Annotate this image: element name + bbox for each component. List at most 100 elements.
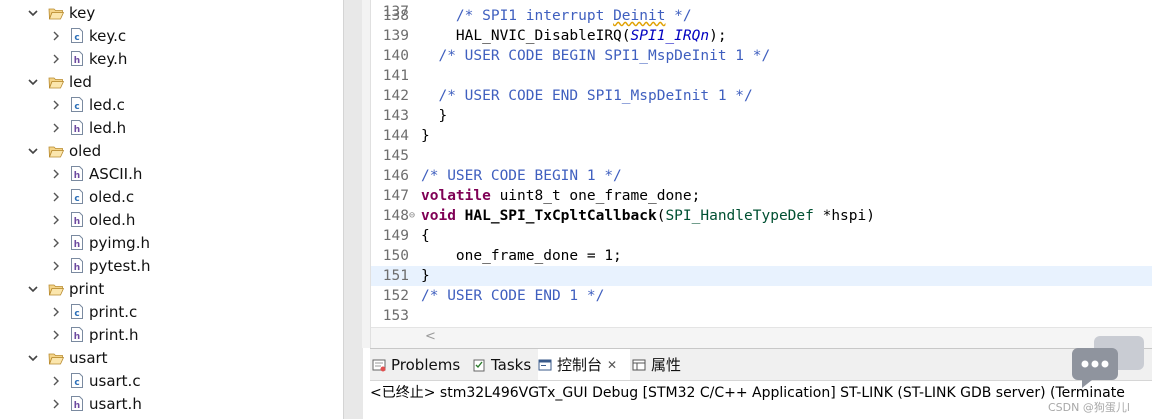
tree-file-ASCII-h[interactable]: h ASCII.h bbox=[50, 162, 142, 185]
tree-item-label: ASCII.h bbox=[89, 164, 143, 183]
code-line-150[interactable]: 150 one_frame_done = 1; bbox=[371, 246, 1152, 266]
code-token: HAL_NVIC_DisableIRQ( bbox=[421, 28, 631, 44]
tab-properties[interactable]: 属性 bbox=[632, 349, 690, 380]
horizontal-scrollbar[interactable]: < bbox=[371, 327, 1152, 348]
code-line-153[interactable]: 153 bbox=[371, 306, 1152, 326]
code-line-147[interactable]: 147 volatile uint8_t one_frame_done; bbox=[371, 186, 1152, 206]
close-icon[interactable]: ✕ bbox=[607, 358, 617, 372]
code-token: } bbox=[421, 108, 448, 124]
chevron-right-icon[interactable] bbox=[50, 168, 62, 180]
chat-bubbles-icon[interactable] bbox=[1072, 336, 1144, 388]
tree-folder-usart[interactable]: usart bbox=[27, 346, 108, 369]
tree-item-label: print.c bbox=[89, 302, 138, 321]
tab-problems[interactable]: Problems bbox=[372, 349, 470, 380]
chevron-down-icon[interactable] bbox=[27, 145, 39, 157]
svg-text:c: c bbox=[74, 33, 79, 43]
tree-folder-led[interactable]: led bbox=[27, 70, 92, 93]
tab-label: Problems bbox=[391, 355, 461, 374]
tree-file-print-c[interactable]: c print.c bbox=[50, 300, 137, 323]
view-splitter[interactable] bbox=[343, 0, 363, 419]
chevron-down-icon[interactable] bbox=[27, 7, 39, 19]
code-line-149[interactable]: 149 { bbox=[371, 226, 1152, 246]
tree-folder-oled[interactable]: oled bbox=[27, 139, 101, 162]
fold-collapse-icon[interactable]: ⊖ bbox=[409, 206, 419, 226]
folder-open-icon bbox=[48, 75, 65, 89]
tree-file-usart-h[interactable]: h usart.h bbox=[50, 392, 142, 415]
chevron-right-icon[interactable] bbox=[50, 260, 62, 272]
console-icon bbox=[538, 358, 552, 372]
chevron-right-icon[interactable] bbox=[50, 53, 62, 65]
chevron-right-icon[interactable] bbox=[50, 122, 62, 134]
properties-icon bbox=[632, 358, 646, 372]
code-line-151[interactable]: 151} bbox=[371, 266, 1152, 286]
tree-file-led-h[interactable]: h led.h bbox=[50, 116, 126, 139]
code-line-144[interactable]: 144} bbox=[371, 126, 1152, 146]
line-number: 140 bbox=[382, 48, 409, 64]
tree-item-label: led bbox=[69, 72, 92, 91]
chevron-right-icon[interactable] bbox=[50, 191, 62, 203]
code-line-139[interactable]: 139 HAL_NVIC_DisableIRQ(SPI1_IRQn); bbox=[371, 26, 1152, 46]
header-file-icon: h bbox=[71, 396, 83, 411]
code-line-152[interactable]: 152 /* USER CODE END 1 */ bbox=[371, 286, 1152, 306]
code-line-138[interactable]: 138 /* SPI1 interrupt Deinit */ bbox=[371, 6, 1152, 26]
chevron-down-icon[interactable] bbox=[27, 283, 39, 295]
chevron-right-icon[interactable] bbox=[50, 306, 62, 318]
tree-folder-key[interactable]: key bbox=[27, 1, 95, 24]
tab-tasks[interactable]: Tasks bbox=[472, 349, 536, 380]
svg-text:c: c bbox=[74, 194, 79, 204]
folder-open-icon bbox=[48, 144, 65, 158]
c-source-file-icon: c bbox=[71, 373, 83, 388]
tree-file-print-h[interactable]: h print.h bbox=[50, 323, 139, 346]
tree-file-key-h[interactable]: h key.h bbox=[50, 47, 127, 70]
tree-item-label: led.h bbox=[89, 118, 127, 137]
line-number: 141 bbox=[382, 68, 409, 84]
code-token: volatile bbox=[421, 188, 491, 204]
code-token: *hspi) bbox=[813, 208, 875, 224]
c-source-file-icon: c bbox=[71, 28, 83, 43]
svg-text:h: h bbox=[74, 217, 80, 227]
code-line-146[interactable]: 146 /* USER CODE BEGIN 1 */ bbox=[371, 166, 1152, 186]
tree-file-oled-h[interactable]: h oled.h bbox=[50, 208, 135, 231]
code-line-142[interactable]: 142 /* USER CODE END SPI1_MspDeInit 1 */ bbox=[371, 86, 1152, 106]
c-source-file-icon: c bbox=[71, 189, 83, 204]
chevron-down-icon[interactable] bbox=[27, 352, 39, 364]
code-line-141[interactable]: 141 bbox=[371, 66, 1152, 86]
code-line-148[interactable]: 148 ⊖ void HAL_SPI_TxCpltCallback(SPI_Hand… bbox=[371, 206, 1152, 226]
chevron-right-icon[interactable] bbox=[50, 30, 62, 42]
tree-file-oled-c[interactable]: c oled.c bbox=[50, 185, 134, 208]
code-line-140[interactable]: 140 /* USER CODE BEGIN SPI1_MspDeInit 1 … bbox=[371, 46, 1152, 66]
tree-file-usart-c[interactable]: c usart.c bbox=[50, 369, 141, 392]
chevron-right-icon[interactable] bbox=[50, 99, 62, 111]
tree-item-label: oled.h bbox=[89, 210, 136, 229]
line-number: 148 bbox=[382, 208, 409, 224]
chevron-right-icon[interactable] bbox=[50, 214, 62, 226]
code-text: void HAL_SPI_TxCpltCallback(SPI_HandleTy… bbox=[421, 206, 875, 226]
header-file-icon: h bbox=[71, 51, 83, 66]
svg-text:c: c bbox=[74, 309, 79, 319]
tree-file-pytest-h[interactable]: h pytest.h bbox=[50, 254, 150, 277]
tree-item-label: pytest.h bbox=[89, 256, 151, 275]
chevron-right-icon[interactable] bbox=[50, 329, 62, 341]
tree-file-led-c[interactable]: c led.c bbox=[50, 93, 125, 116]
chevron-right-icon[interactable] bbox=[50, 375, 62, 387]
svg-text:h: h bbox=[74, 263, 80, 273]
tree-folder-print[interactable]: print bbox=[27, 277, 104, 300]
console-status-line: <已终止> stm32L496VGTx_GUI Debug [STM32 C/C… bbox=[370, 385, 1125, 401]
tab-console[interactable]: 控制台 ✕ bbox=[538, 349, 630, 380]
tree-item-label: key bbox=[69, 3, 96, 22]
tab-label: Tasks bbox=[491, 355, 532, 374]
tree-file-key-c[interactable]: c key.c bbox=[50, 24, 126, 47]
code-editor[interactable]: 137 138 /* SPI1 interrupt Deinit */139 H… bbox=[371, 0, 1152, 348]
tree-file-pyimg-h[interactable]: h pyimg.h bbox=[50, 231, 150, 254]
line-number: 152 bbox=[382, 288, 409, 304]
scroll-left-icon[interactable]: < bbox=[425, 329, 436, 344]
code-line-143[interactable]: 143 } bbox=[371, 106, 1152, 126]
chevron-right-icon[interactable] bbox=[50, 398, 62, 410]
project-explorer: key c key.c h key.h led c led.c h led.h oled h ASCII… bbox=[0, 0, 343, 419]
chevron-right-icon[interactable] bbox=[50, 237, 62, 249]
code-line-145[interactable]: 145 bbox=[371, 146, 1152, 166]
chevron-down-icon[interactable] bbox=[27, 76, 39, 88]
